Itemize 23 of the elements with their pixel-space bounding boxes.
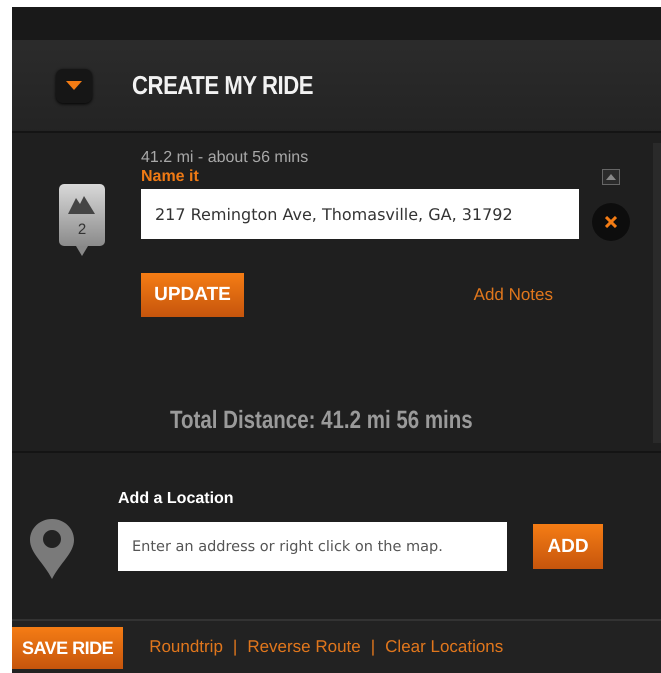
address-field[interactable]: 217 Remington Ave, Thomasville, GA, 31792	[141, 189, 579, 239]
add-button[interactable]: ADD	[533, 524, 603, 569]
stop-summary: 41.2 mi - about 56 mins	[141, 149, 310, 167]
add-notes-link[interactable]: Add Notes	[474, 285, 553, 305]
collapse-button[interactable]	[602, 169, 620, 185]
location-field[interactable]: Enter an address or right click on the map.	[118, 522, 507, 571]
save-ride-button[interactable]: SAVE RIDE	[12, 627, 124, 669]
footer-link[interactable]: Roundtrip	[149, 637, 223, 657]
map-pin-icon	[30, 519, 74, 579]
update-button[interactable]: UPDATE	[141, 273, 244, 317]
panel-title: CREATE MY RIDE	[132, 70, 314, 101]
link-separator: |	[370, 637, 376, 657]
caret-down-icon	[66, 80, 82, 90]
add-location-label: Add a Location	[118, 490, 235, 508]
caret-up-icon	[606, 174, 616, 180]
link-separator: |	[232, 637, 238, 657]
total-distance: Total Distance: 41.2 mi 56 mins	[169, 406, 474, 435]
name-label: Name it	[141, 168, 200, 186]
footer-link[interactable]: Reverse Route	[247, 637, 361, 657]
remove-button[interactable]	[592, 203, 630, 241]
collapse-toggle-button[interactable]	[56, 68, 92, 102]
close-icon	[605, 216, 617, 228]
footer-link[interactable]: Clear Locations	[385, 637, 504, 657]
